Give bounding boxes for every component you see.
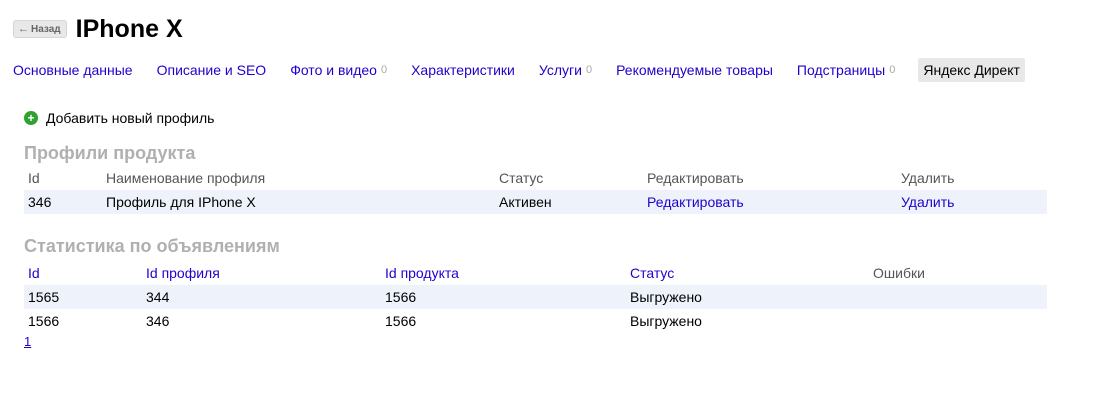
column-header-edit: Редактировать — [647, 170, 744, 186]
tab-label: Яндекс Директ — [923, 62, 1020, 78]
add-profile-label: Добавить новый профиль — [46, 110, 215, 126]
tab-description-seo[interactable]: Описание и SEO — [157, 58, 267, 82]
cell-status: Выгружено — [626, 285, 869, 309]
tab-main-data[interactable]: Основные данные — [13, 58, 133, 82]
cell-id: 1566 — [28, 313, 60, 329]
sort-by-profile-id[interactable]: Id профиля — [142, 261, 381, 285]
tab-label: Услуги — [538, 62, 582, 78]
cell-profile-id: 346 — [146, 313, 170, 329]
column-header-delete: Удалить — [901, 170, 955, 186]
add-profile-button[interactable]: + Добавить новый профиль — [24, 110, 214, 126]
profiles-table: Id Наименование профиля Статус Редактиро… — [24, 166, 1047, 214]
sort-by-id[interactable]: Id — [24, 261, 142, 285]
tab-count: 0 — [889, 64, 896, 76]
cell-profile-name: Профиль для IPhone X — [102, 190, 495, 214]
delete-link[interactable]: Удалить — [897, 190, 1047, 214]
pagination-page-link[interactable]: 1 — [24, 334, 31, 349]
back-button[interactable]: ← Назад — [13, 20, 67, 38]
back-button-label: Назад — [31, 23, 61, 35]
table-header-row: Id Наименование профиля Статус Редактиро… — [24, 166, 1047, 190]
cell-errors — [869, 309, 1047, 333]
edit-link[interactable]: Редактировать — [643, 190, 897, 214]
tab-label: Основные данные — [13, 62, 133, 78]
tab-label: Описание и SEO — [156, 62, 267, 78]
cell-product-id: 1566 — [385, 313, 417, 329]
tab-label: Характеристики — [411, 62, 515, 78]
cell-id: 1565 — [24, 285, 142, 309]
profiles-section-title: Профили продукта — [24, 143, 196, 163]
cell-errors — [869, 285, 1047, 309]
table-row: 1565 344 1566 Выгружено — [24, 285, 1047, 309]
plus-circle-icon: + — [24, 111, 38, 125]
cell-profile-id: 344 — [142, 285, 381, 309]
tab-yandex-direct[interactable]: Яндекс Директ — [918, 58, 1025, 82]
tab-label: Подстраницы — [796, 62, 886, 78]
cell-product-id: 1566 — [381, 285, 626, 309]
tab-services[interactable]: Услуги 0 — [539, 58, 592, 82]
sort-by-status[interactable]: Статус — [626, 261, 869, 285]
stats-table: Id Id профиля Id продукта Статус Ошибки … — [24, 261, 1047, 333]
tab-count: 0 — [585, 64, 593, 76]
tab-subpages[interactable]: Подстраницы 0 — [797, 58, 895, 82]
arrow-left-icon: ← — [18, 23, 29, 35]
tab-photo-video[interactable]: Фото и видео 0 — [290, 58, 387, 82]
tab-count: 0 — [380, 64, 388, 76]
tab-label: Рекомендуемые товары — [616, 62, 773, 78]
cell-status: Активен — [495, 190, 643, 214]
stats-section-title: Статистика по объявлениям — [24, 236, 280, 256]
table-row: 346 Профиль для IPhone X Активен Редакти… — [24, 190, 1047, 214]
page-title: IPhone X — [75, 15, 183, 43]
tab-characteristics[interactable]: Характеристики — [411, 58, 515, 82]
table-row: 1566 346 1566 Выгружено — [24, 309, 1047, 333]
column-header-profile-name: Наименование профиля — [106, 170, 266, 186]
column-header-id: Id — [28, 170, 40, 186]
sort-by-product-id[interactable]: Id продукта — [381, 261, 626, 285]
column-header-status: Статус — [499, 170, 544, 186]
tab-recommended-products[interactable]: Рекомендуемые товары — [616, 58, 773, 82]
page-header: ← Назад IPhone X — [13, 14, 183, 44]
cell-id: 346 — [24, 190, 102, 214]
cell-status: Выгружено — [630, 313, 702, 329]
column-header-errors: Ошибки — [873, 265, 925, 281]
table-header-row: Id Id профиля Id продукта Статус Ошибки — [24, 261, 1047, 285]
tab-label: Фото и видео — [290, 62, 377, 78]
tab-bar: Основные данные Описание и SEO Фото и ви… — [13, 58, 1049, 82]
